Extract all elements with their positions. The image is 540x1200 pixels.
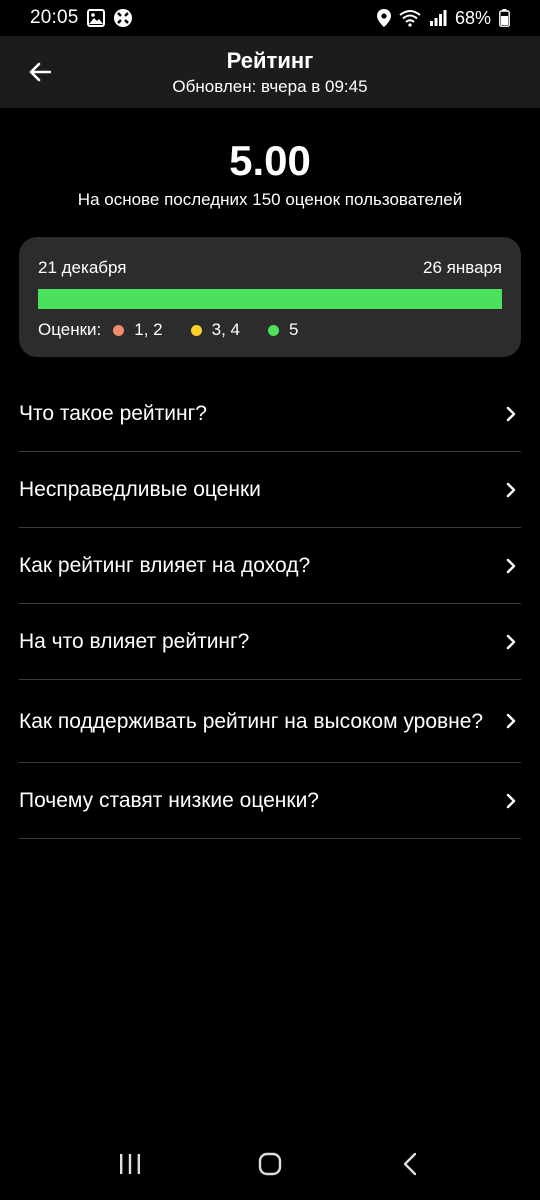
menu-item-label: Как рейтинг влияет на доход? [19, 554, 311, 577]
menu-item-keep-high-rating[interactable]: Как поддерживать рейтинг на высоком уров… [19, 680, 521, 763]
back-icon [402, 1152, 418, 1181]
legend-item-high: 5 [268, 319, 298, 341]
arrow-left-icon [29, 62, 52, 87]
legend-text-mid: 3, 4 [211, 320, 240, 339]
system-nav-bar [0, 1132, 540, 1200]
legend-item-mid: 3, 4 [190, 319, 240, 341]
menu-item-unfair-ratings[interactable]: Несправедливые оценки [19, 452, 521, 528]
rating-score: 5.00 [229, 137, 311, 184]
header-titles: Рейтинг Обновлен: вчера в 09:45 [0, 47, 540, 98]
signal-icon [429, 10, 447, 26]
recent-apps-icon [118, 1153, 142, 1180]
menu-item-label: Несправедливые оценки [19, 478, 261, 501]
rating-caption: На основе последних 150 оценок пользоват… [77, 190, 463, 209]
status-right: 68% [376, 7, 510, 29]
recent-apps-button[interactable] [105, 1141, 155, 1191]
date-start: 21 декабря [38, 258, 127, 277]
score-block: 5.00 На основе последних 150 оценок поль… [0, 136, 540, 212]
home-icon [257, 1151, 283, 1182]
legend-dot-low [113, 324, 125, 336]
chevron-right-icon [501, 404, 521, 424]
app-header: Рейтинг Обновлен: вчера в 09:45 [0, 36, 540, 108]
status-time: 20:05 [30, 7, 79, 28]
date-end: 26 января [423, 258, 502, 277]
menu-item-label: На что влияет рейтинг? [19, 630, 250, 653]
home-button[interactable] [245, 1141, 295, 1191]
battery-icon [499, 9, 510, 27]
menu-item-label: Почему ставят низкие оценки? [19, 789, 319, 812]
legend-item-low: 1, 2 [113, 319, 163, 341]
menu-item-what-is-rating[interactable]: Что такое рейтинг? [19, 376, 521, 452]
location-icon [376, 9, 391, 27]
wifi-icon [399, 9, 421, 27]
app-notification-icon [113, 8, 133, 28]
faq-list: Что такое рейтинг? Несправедливые оценки… [19, 376, 521, 839]
legend-label: Оценки: [38, 320, 102, 339]
system-back-button[interactable] [385, 1141, 435, 1191]
back-button[interactable] [22, 56, 58, 92]
status-left: 20:05 [30, 7, 133, 29]
chevron-right-icon [501, 480, 521, 500]
legend-dot-mid [190, 324, 202, 336]
legend-text-low: 1, 2 [134, 320, 163, 339]
legend-text-high: 5 [289, 320, 299, 339]
menu-item-low-ratings-why[interactable]: Почему ставят низкие оценки? [19, 763, 521, 839]
rating-history-card: 21 декабря 26 января Оценки: 1, 2 3, 4 5 [19, 237, 521, 357]
rating-distribution-bar [38, 289, 502, 309]
battery-percent: 68% [454, 7, 491, 28]
status-bar: 20:05 68% [0, 0, 540, 36]
gallery-icon [86, 9, 105, 27]
chevron-right-icon [501, 711, 521, 731]
menu-item-rating-income[interactable]: Как рейтинг влияет на доход? [19, 528, 521, 604]
card-dates: 21 декабря 26 января [38, 257, 502, 279]
menu-item-label: Как поддерживать рейтинг на высоком уров… [19, 709, 484, 733]
rating-legend: Оценки: 1, 2 3, 4 5 [38, 319, 502, 341]
chevron-right-icon [501, 556, 521, 576]
chevron-right-icon [501, 791, 521, 811]
menu-item-rating-effects[interactable]: На что влияет рейтинг? [19, 604, 521, 680]
chevron-right-icon [501, 632, 521, 652]
page-title: Рейтинг [226, 47, 314, 73]
page-subtitle: Обновлен: вчера в 09:45 [172, 76, 368, 96]
legend-dot-high [268, 324, 279, 336]
menu-item-label: Что такое рейтинг? [19, 402, 207, 425]
